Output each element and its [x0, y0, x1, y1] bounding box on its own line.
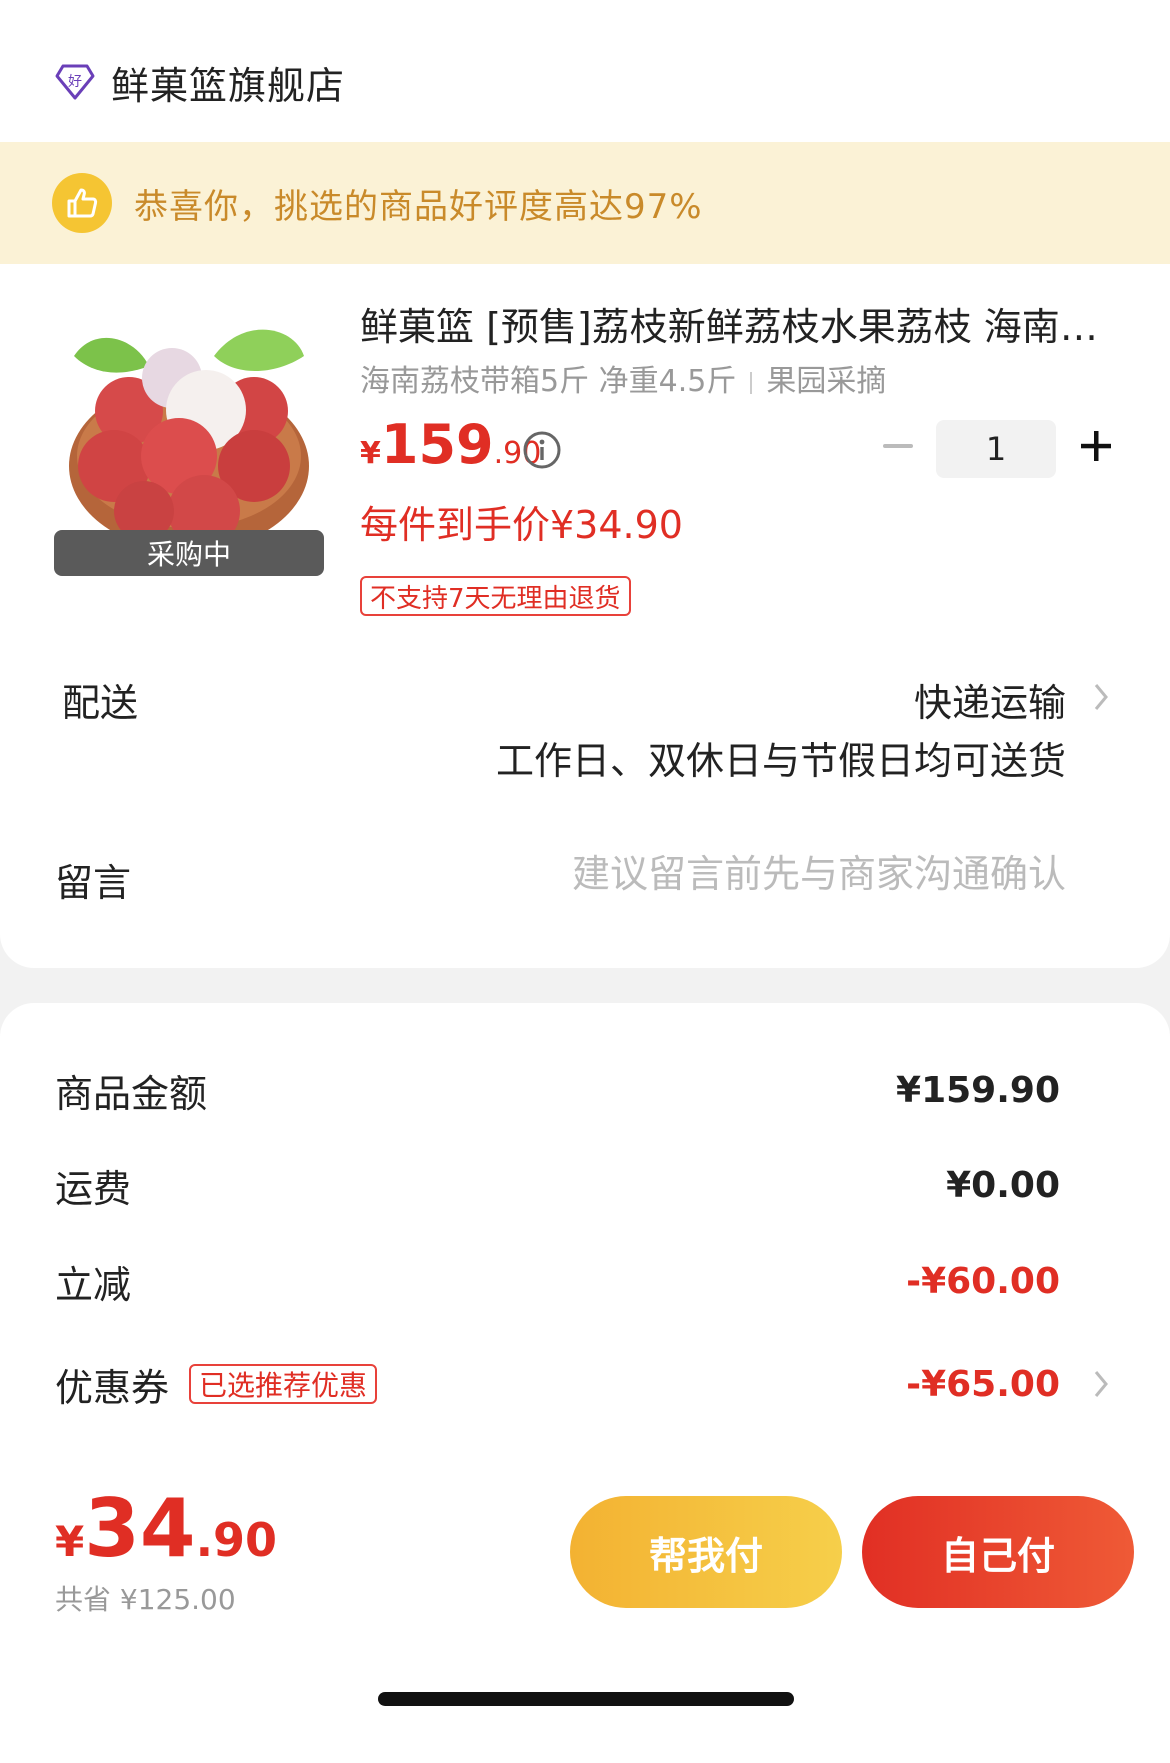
- total-decimal: .90: [195, 1513, 278, 1567]
- quantity-input[interactable]: 1: [936, 420, 1056, 478]
- spec-divider: [750, 371, 753, 394]
- home-indicator[interactable]: [378, 1692, 794, 1706]
- coupon-label: 优惠券: [55, 1365, 170, 1410]
- help-me-pay-button[interactable]: 帮我付: [570, 1496, 842, 1608]
- items-amount-row: 商品金额 ¥159.90: [55, 1062, 1060, 1118]
- coupon-label-group: 优惠券 已选推荐优惠: [55, 1357, 378, 1412]
- coupon-row[interactable]: 优惠券 已选推荐优惠 -¥65.00: [55, 1356, 1060, 1412]
- product-spec: 海南荔枝带箱5斤 净重4.5斤 果园采摘: [360, 356, 886, 400]
- coupon-badge: 已选推荐优惠: [189, 1364, 378, 1404]
- delivery-note: 工作日、双休日与节假日均可送货: [495, 739, 1066, 783]
- product-title[interactable]: 鲜菓篮 [预售]荔枝新鲜荔枝水果荔枝 海南荔枝带箱5斤 净重4.5斤: [360, 296, 1120, 351]
- rating-banner: 恭喜你，挑选的商品好评度高达97%: [0, 142, 1170, 264]
- chevron-right-icon[interactable]: [1092, 682, 1110, 712]
- chevron-right-icon[interactable]: [1092, 1369, 1110, 1399]
- discount-value: -¥60.00: [906, 1260, 1060, 1302]
- discount-label: 立减: [55, 1262, 132, 1307]
- svg-text:好: 好: [68, 74, 82, 90]
- message-input[interactable]: [466, 852, 1066, 896]
- price-currency: ¥: [360, 436, 381, 471]
- delivery-method[interactable]: 快递运输: [914, 672, 1066, 727]
- total-price: ¥ 34 .90: [55, 1488, 277, 1570]
- pay-myself-button[interactable]: 自己付: [862, 1496, 1134, 1608]
- message-label: 留言: [55, 861, 132, 905]
- total-currency: ¥: [55, 1517, 85, 1566]
- coupon-value: -¥65.00: [906, 1363, 1060, 1405]
- shop-badge-icon: 好: [55, 64, 95, 100]
- thumbs-up-icon: [52, 173, 112, 233]
- quantity-decrease-button[interactable]: [880, 428, 916, 464]
- quantity-increase-button[interactable]: [1078, 428, 1114, 464]
- discount-row: 立减 -¥60.00: [55, 1253, 1060, 1309]
- delivery-label: 配送: [62, 681, 139, 725]
- info-icon[interactable]: [522, 430, 562, 470]
- each-price: 每件到手价¥34.90: [360, 503, 683, 547]
- total-saved: 共省 ¥125.00: [55, 1583, 236, 1616]
- price-integer: 159: [380, 413, 494, 476]
- shipping-value: ¥0.00: [946, 1164, 1060, 1206]
- shipping-row: 运费 ¥0.00: [55, 1157, 1060, 1213]
- shop-name: 鲜菓篮旗舰店: [111, 63, 346, 108]
- total-integer: 34: [84, 1482, 196, 1575]
- items-amount-label: 商品金额: [55, 1071, 208, 1116]
- minus-icon: [883, 444, 913, 448]
- shop-header[interactable]: 好 鲜菓篮旗舰店: [55, 52, 345, 112]
- product-spec-text: 海南荔枝带箱5斤 净重4.5斤: [360, 364, 737, 399]
- no-return-tag: 不支持7天无理由退货: [360, 576, 631, 616]
- product-origin: 果园采摘: [766, 364, 887, 399]
- banner-text: 恭喜你，挑选的商品好评度高达97%: [134, 186, 703, 227]
- purchasing-badge: 采购中: [54, 530, 324, 576]
- shipping-label: 运费: [55, 1166, 132, 1211]
- items-amount-value: ¥159.90: [896, 1069, 1060, 1111]
- product-price: ¥ 159 .90: [360, 418, 541, 472]
